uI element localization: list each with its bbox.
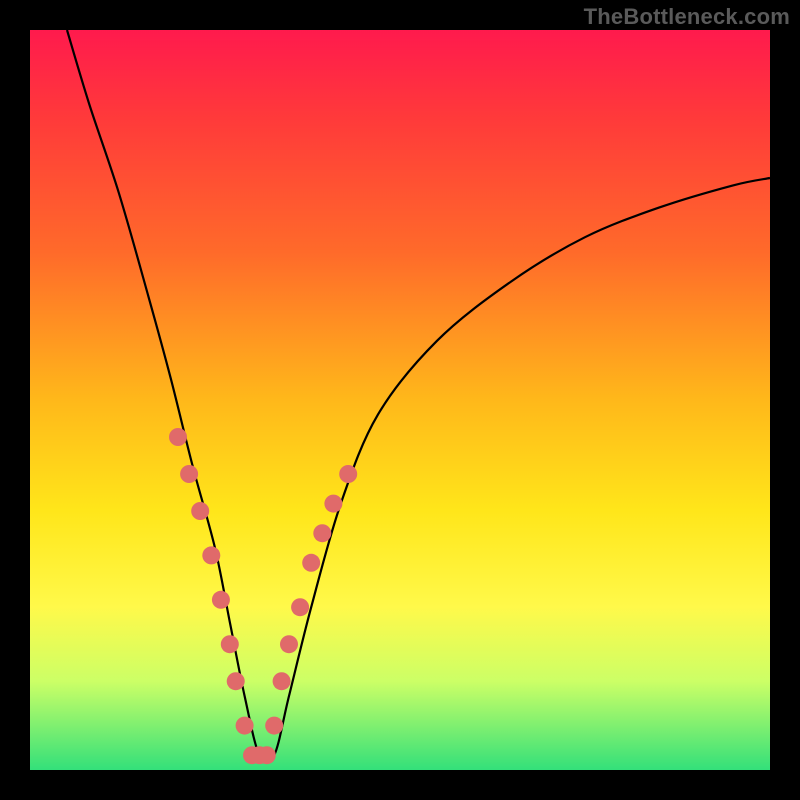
marker-point <box>291 598 309 616</box>
marker-point <box>339 465 357 483</box>
marker-point <box>313 524 331 542</box>
marker-point <box>191 502 209 520</box>
marker-point <box>202 546 220 564</box>
chart-frame: TheBottleneck.com <box>0 0 800 800</box>
marker-point <box>302 554 320 572</box>
marker-point <box>265 717 283 735</box>
marker-point <box>227 672 245 690</box>
marker-point <box>258 746 276 764</box>
marker-point <box>221 635 239 653</box>
marker-point <box>180 465 198 483</box>
marker-point <box>280 635 298 653</box>
marker-group <box>169 428 357 764</box>
bottleneck-curve <box>67 30 770 763</box>
marker-point <box>324 495 342 513</box>
marker-point <box>236 717 254 735</box>
plot-area <box>30 30 770 770</box>
watermark-text: TheBottleneck.com <box>584 4 790 30</box>
curve-svg <box>30 30 770 770</box>
marker-point <box>169 428 187 446</box>
marker-point <box>273 672 291 690</box>
marker-point <box>212 591 230 609</box>
